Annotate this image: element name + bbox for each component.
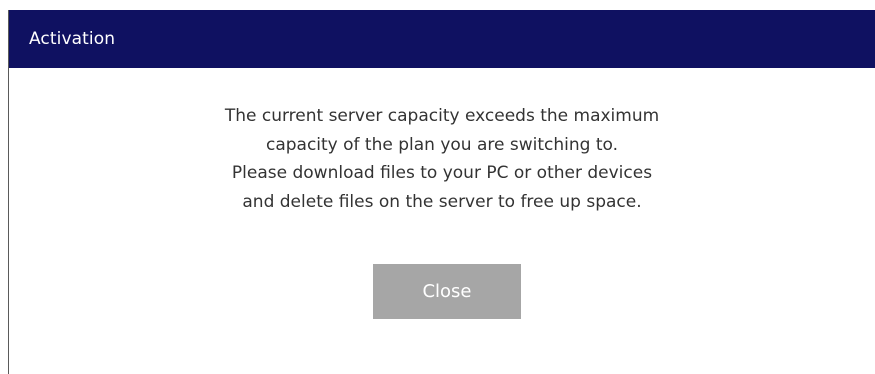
dialog-title: Activation xyxy=(29,29,116,49)
message-line: capacity of the plan you are switching t… xyxy=(265,134,619,155)
message-line: The current server capacity exceeds the … xyxy=(224,106,660,126)
message-line: Please download files to your PC or othe… xyxy=(231,163,653,183)
activation-dialog: Activation The current server capacity e… xyxy=(8,10,875,374)
dialog-titlebar: Activation xyxy=(9,10,875,68)
message-line: and delete files on the server to free u… xyxy=(242,191,642,212)
dialog-content: The current server capacity exceeds the … xyxy=(9,68,875,374)
dialog-message: The current server capacity exceeds the … xyxy=(9,102,875,216)
close-button[interactable]: Close xyxy=(373,264,521,319)
